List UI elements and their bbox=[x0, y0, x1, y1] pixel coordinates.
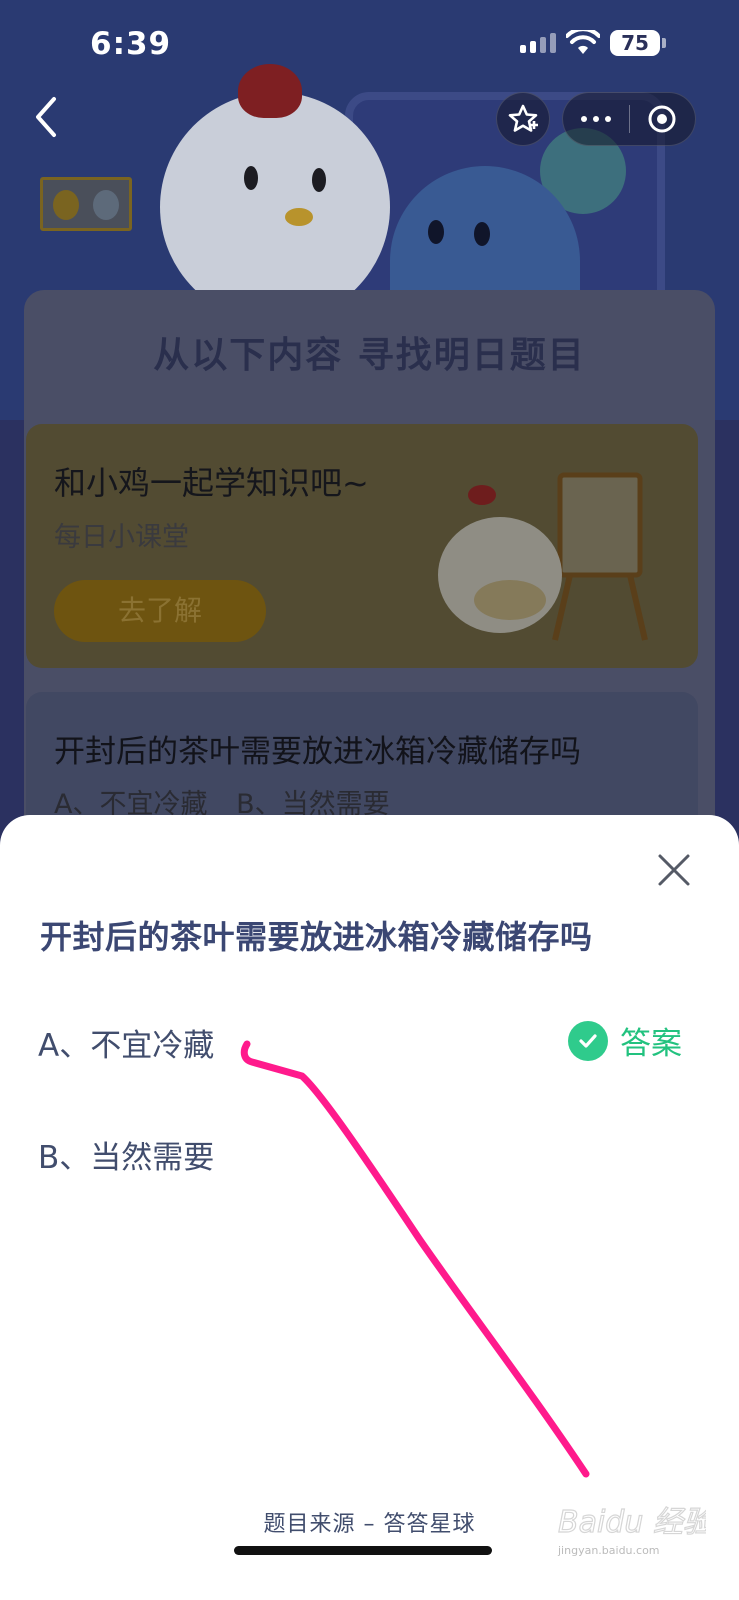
watermark-url: jingyan.baidu.com bbox=[557, 1544, 660, 1557]
mini-program-capsule bbox=[562, 92, 696, 146]
baidu-watermark: Baidu 经验 jingyan.baidu.com bbox=[557, 1504, 706, 1557]
option-a[interactable]: A、不宜冷藏 bbox=[38, 1020, 214, 1065]
lesson-card-title: 和小鸡一起学知识吧~ bbox=[54, 464, 369, 502]
answer-label: 答案 bbox=[620, 1026, 682, 1062]
medal-board-decoration bbox=[40, 177, 132, 231]
favorite-button[interactable] bbox=[496, 92, 550, 146]
blue-mascot-eye bbox=[428, 220, 444, 244]
panel-title: 从以下内容 寻找明日题目 bbox=[153, 335, 586, 376]
sheet-question: 开封后的茶叶需要放进冰箱冷藏储存吗 bbox=[40, 918, 593, 956]
more-dots-icon[interactable] bbox=[563, 92, 629, 146]
question-card-title: 开封后的茶叶需要放进冰箱冷藏储存吗 bbox=[54, 734, 581, 770]
chick-eye bbox=[312, 168, 326, 192]
wifi-icon bbox=[566, 30, 600, 54]
option-b[interactable]: B、当然需要 bbox=[38, 1132, 214, 1177]
answer-tag: 答案 bbox=[568, 1018, 682, 1063]
status-time: 6:39 bbox=[90, 26, 172, 62]
close-icon[interactable] bbox=[654, 850, 694, 890]
chick-beak bbox=[285, 208, 313, 226]
battery-icon: 75 bbox=[610, 30, 666, 56]
chick-painting-illustration bbox=[438, 472, 648, 641]
target-circle-icon[interactable] bbox=[630, 92, 696, 146]
signal-icon bbox=[520, 33, 556, 53]
chick-eye bbox=[244, 166, 258, 190]
lesson-card-subtitle: 每日小课堂 bbox=[54, 522, 189, 553]
blue-mascot-eye bbox=[474, 222, 490, 246]
star-add-icon bbox=[508, 104, 538, 132]
status-icons: 75 bbox=[520, 28, 666, 58]
watermark-brand: Baidu 经验 bbox=[558, 1505, 706, 1540]
chick-comb bbox=[238, 64, 302, 118]
chevron-left-icon[interactable] bbox=[28, 95, 64, 139]
learn-more-button: 去了解 bbox=[54, 580, 266, 642]
check-icon bbox=[568, 1020, 608, 1061]
chick-mascot bbox=[160, 92, 390, 322]
home-indicator[interactable] bbox=[234, 1546, 492, 1555]
